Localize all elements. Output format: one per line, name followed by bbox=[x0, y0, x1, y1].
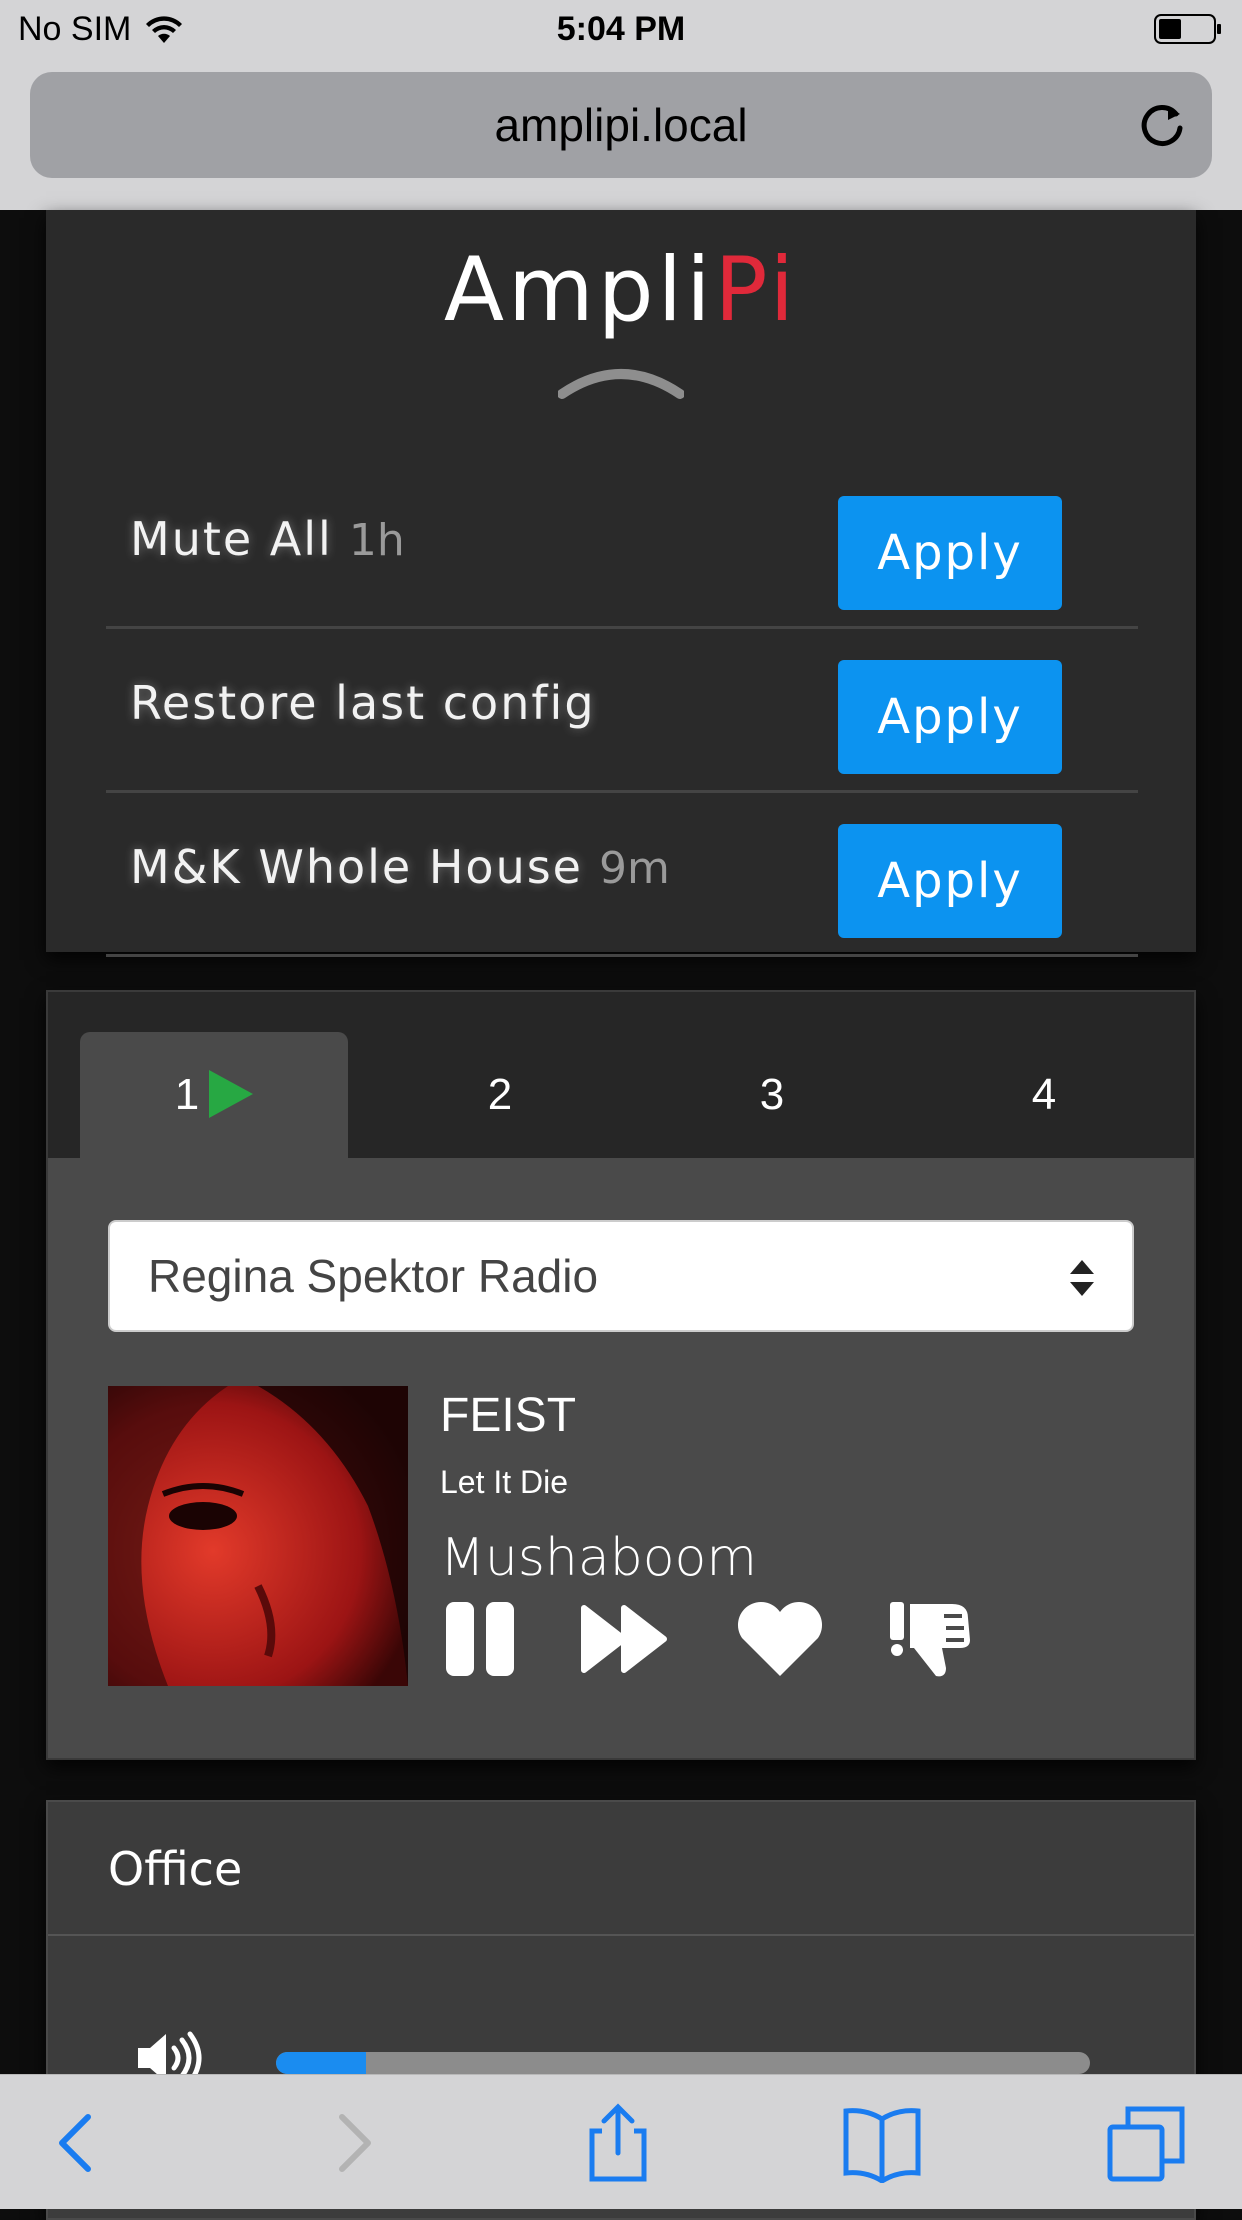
source-tabs: 1 2 3 4 bbox=[48, 992, 1194, 1158]
preset-label: Restore last config bbox=[130, 676, 596, 730]
tab-label: 1 bbox=[174, 1070, 200, 1119]
url-text[interactable]: amplipi.local bbox=[30, 72, 1212, 178]
forward-icon[interactable] bbox=[312, 2103, 392, 2183]
zone-title: Office bbox=[108, 1842, 243, 1896]
share-icon[interactable] bbox=[578, 2103, 658, 2183]
status-bar: No SIM 5:04 PM bbox=[0, 0, 1242, 62]
preset-age: 9m bbox=[598, 843, 670, 894]
tab-source-2[interactable]: 2 bbox=[366, 1032, 634, 1158]
tab-label: 3 bbox=[759, 1070, 785, 1119]
tab-source-1[interactable]: 1 bbox=[80, 1032, 348, 1158]
reload-icon[interactable] bbox=[1136, 100, 1188, 152]
pause-icon[interactable] bbox=[440, 1598, 532, 1680]
brand-name-accent: Pi bbox=[714, 238, 799, 341]
preset-row-restore-last-config: Restore last config Apply bbox=[106, 626, 1138, 793]
apply-button[interactable]: Apply bbox=[838, 660, 1062, 774]
playing-icon bbox=[209, 1070, 254, 1119]
tab-label: 2 bbox=[487, 1070, 513, 1119]
stream-select[interactable]: Regina Spektor Radio bbox=[108, 1220, 1134, 1332]
select-arrows-icon bbox=[1070, 1260, 1094, 1296]
browser-toolbar bbox=[0, 2074, 1242, 2209]
volume-fill bbox=[276, 2052, 366, 2074]
tab-source-3[interactable]: 3 bbox=[638, 1032, 906, 1158]
source-body: Regina Spektor Radio FEIST Let It Die Mu… bbox=[48, 1158, 1194, 1758]
next-icon[interactable] bbox=[578, 1598, 670, 1680]
album-art bbox=[108, 1386, 408, 1686]
preset-age: 1h bbox=[348, 515, 405, 566]
preset-row-whole-house: M&K Whole House 9m Apply bbox=[106, 790, 1138, 957]
tab-label: 4 bbox=[1031, 1070, 1057, 1119]
battery-icon bbox=[1154, 14, 1221, 44]
like-icon[interactable] bbox=[734, 1598, 826, 1680]
status-time: 5:04 PM bbox=[556, 10, 686, 48]
dislike-icon[interactable] bbox=[886, 1598, 978, 1680]
preset-name: Mute All 1h bbox=[130, 512, 405, 566]
url-bar[interactable]: amplipi.local bbox=[30, 72, 1212, 178]
track-title: Mushaboom bbox=[440, 1528, 758, 1588]
brand-logo: AmpliPi bbox=[46, 238, 1196, 341]
bookmarks-icon[interactable] bbox=[842, 2103, 922, 2183]
presets-card: AmpliPi Mute All 1h Apply Restore last co… bbox=[46, 210, 1196, 957]
track-album: Let It Die bbox=[440, 1464, 569, 1500]
preset-label: Mute All bbox=[130, 512, 333, 566]
preset-row-mute-all: Mute All 1h Apply bbox=[106, 462, 1138, 629]
track-artist: FEIST bbox=[440, 1389, 577, 1442]
source-card: 1 2 3 4 Regina Spektor Radio FEIST Let I… bbox=[46, 990, 1196, 1760]
tab-source-4[interactable]: 4 bbox=[910, 1032, 1178, 1158]
preset-name: Restore last config bbox=[130, 676, 596, 730]
back-icon[interactable] bbox=[38, 2103, 118, 2183]
apply-button[interactable]: Apply bbox=[838, 824, 1062, 938]
collapse-chevron-icon[interactable] bbox=[558, 360, 684, 400]
preset-name: M&K Whole House 9m bbox=[130, 840, 670, 894]
volume-slider[interactable] bbox=[276, 2052, 1090, 2074]
browser-address-area: amplipi.local bbox=[0, 62, 1242, 210]
tabs-icon[interactable] bbox=[1106, 2103, 1186, 2183]
apply-button[interactable]: Apply bbox=[838, 496, 1062, 610]
zone-divider bbox=[48, 1934, 1194, 1936]
preset-label: M&K Whole House bbox=[130, 840, 583, 894]
stream-select-value: Regina Spektor Radio bbox=[148, 1250, 599, 1302]
brand-name-main: Ampli bbox=[443, 238, 715, 341]
